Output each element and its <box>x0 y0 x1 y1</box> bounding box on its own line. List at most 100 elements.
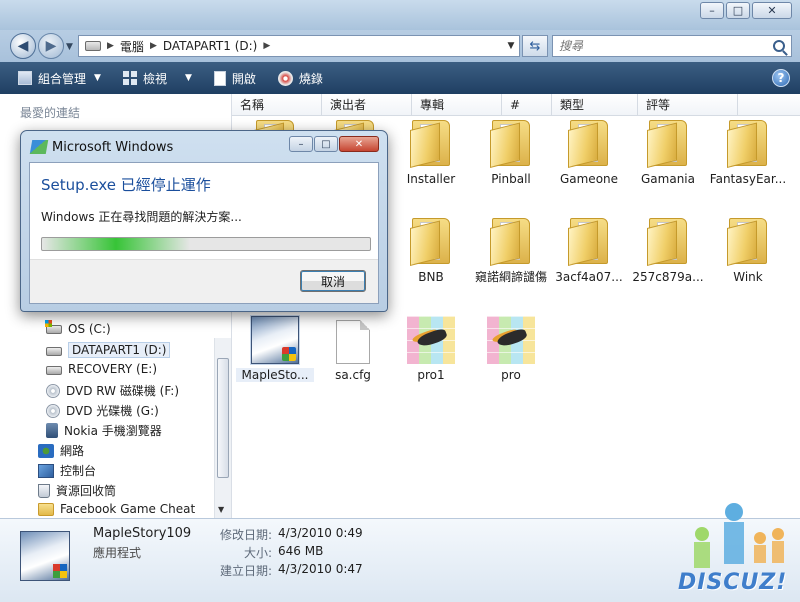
tree-item-os-c[interactable]: OS (C:) <box>45 319 111 336</box>
views-label: 檢視 <box>142 71 167 86</box>
file-label: 3acf4a07... <box>555 270 623 284</box>
folder-icon <box>410 120 452 168</box>
file-label: sa.cfg <box>335 368 371 382</box>
organize-button[interactable]: 組合管理 ▼ <box>10 66 109 90</box>
breadcrumb-computer[interactable]: 電腦 <box>120 38 144 55</box>
tree-item-facebook-game-cheat[interactable]: Facebook Game Cheat <box>38 502 195 516</box>
breadcrumb-drive[interactable]: DATAPART1 (D:) <box>163 39 257 53</box>
folder-item[interactable]: Pinball <box>472 120 550 186</box>
maplestory-app-icon <box>20 531 70 581</box>
error-dialog: Microsoft Windows – □ ✕ Setup.exe 已經停止運作… <box>20 130 388 312</box>
column-artist[interactable]: 演出者 <box>322 94 412 116</box>
column-rating[interactable]: 評等 <box>638 94 738 116</box>
maplestory-app-icon <box>250 315 300 365</box>
minimize-button[interactable]: – <box>700 2 724 19</box>
folder-item[interactable]: 257c879a... <box>629 218 707 284</box>
tree-item-datapart1-d[interactable]: DATAPART1 (D:) <box>46 342 171 358</box>
help-icon[interactable]: ? <box>772 69 790 87</box>
dialog-close-button[interactable]: ✕ <box>339 136 379 152</box>
network-icon <box>38 443 54 458</box>
forward-arrow-icon: ▶ <box>45 38 57 54</box>
folder-icon <box>490 218 532 266</box>
column-header: 名稱 演出者 專輯 # 類型 評等 <box>232 94 800 116</box>
search-input[interactable] <box>559 39 759 53</box>
details-modified-value: 4/3/2010 0:49 <box>278 526 363 540</box>
file-label: Wink <box>733 270 763 284</box>
recent-pages-dropdown[interactable]: ▼ <box>66 42 73 52</box>
tree-item-dvd-rw-f[interactable]: DVD RW 磁碟機 (F:) <box>46 382 179 399</box>
discuz-logo-text: DISCUZ! <box>678 570 788 595</box>
burn-button[interactable]: 燒錄 <box>270 66 331 90</box>
command-toolbar: 組合管理 ▼ 檢視 ▼ 開啟 燒錄 ? <box>0 62 800 94</box>
document-icon <box>336 320 370 364</box>
column-album[interactable]: 專輯 <box>412 94 502 116</box>
file-label: MapleSto... <box>236 368 314 382</box>
recycle-bin-icon <box>38 483 50 498</box>
search-box[interactable] <box>552 35 792 57</box>
tree-item-recycle-bin[interactable]: 資源回收筒 <box>38 482 116 499</box>
dvd-drive-icon <box>46 383 60 398</box>
column-track-number[interactable]: # <box>502 94 552 116</box>
drive-icon <box>85 41 101 51</box>
folder-item[interactable]: 窺諾絧諦譴傷 <box>472 218 550 284</box>
folder-item[interactable]: Wink <box>709 218 787 284</box>
dialog-maximize-button[interactable]: □ <box>314 136 338 152</box>
forward-button[interactable]: ▶ <box>38 33 64 59</box>
dialog-minimize-button[interactable]: – <box>289 136 313 152</box>
close-button[interactable]: ✕ <box>752 2 792 19</box>
back-button[interactable]: ◀ <box>10 33 36 59</box>
breadcrumb-separator-icon[interactable]: ▶ <box>150 41 157 51</box>
tree-item-label: 網路 <box>60 444 85 458</box>
tree-item-nokia[interactable]: Nokia 手機瀏覽器 <box>46 422 162 439</box>
folder-icon <box>727 120 769 168</box>
folder-item[interactable]: 3acf4a07... <box>550 218 628 284</box>
scroll-thumb[interactable] <box>217 358 229 478</box>
scroll-down-arrow-icon[interactable]: ▼ <box>218 505 224 514</box>
tree-item-label: Nokia 手機瀏覽器 <box>64 424 162 438</box>
dialog-heading: Setup.exe 已經停止運作 <box>41 176 211 194</box>
views-button[interactable]: 檢視 ▼ <box>115 66 200 90</box>
breadcrumb-separator-icon[interactable]: ▶ <box>107 41 114 51</box>
address-dropdown[interactable]: ▼ <box>503 41 519 51</box>
file-label: 257c879a... <box>632 270 704 284</box>
column-type[interactable]: 類型 <box>552 94 638 116</box>
folder-icon <box>410 218 452 266</box>
document-item[interactable]: sa.cfg <box>314 320 392 382</box>
maximize-button[interactable]: □ <box>726 2 750 19</box>
image-item[interactable]: pro1 <box>392 316 470 382</box>
folder-icon <box>727 218 769 266</box>
folder-item[interactable]: Installer <box>392 120 470 186</box>
folder-item[interactable]: Gameone <box>550 120 628 186</box>
nav-scrollbar[interactable]: ▼ <box>214 338 231 518</box>
open-button[interactable]: 開啟 <box>206 66 264 90</box>
image-thumbnail-icon <box>407 316 455 364</box>
tree-item-control-panel[interactable]: 控制台 <box>38 462 96 479</box>
tree-item-network[interactable]: 網路 <box>38 442 84 459</box>
tree-item-label: 控制台 <box>60 464 97 478</box>
details-modified-label: 修改日期: <box>219 528 272 542</box>
folder-item[interactable]: BNB <box>392 218 470 284</box>
refresh-button[interactable]: ⇆ <box>522 35 548 57</box>
details-size-value: 646 MB <box>278 544 324 558</box>
folder-icon <box>490 120 532 168</box>
dialog-body: Setup.exe 已經停止運作 Windows 正在尋找問題的解決方案... … <box>29 162 379 304</box>
dialog-caption-buttons: – □ ✕ <box>289 136 379 152</box>
folder-item[interactable]: Gamania <box>629 120 707 186</box>
tree-item-label: RECOVERY (E:) <box>68 362 158 376</box>
cancel-button[interactable]: 取消 <box>300 270 366 292</box>
file-label: 窺諾絧諦譴傷 <box>474 270 547 284</box>
image-item[interactable]: pro <box>472 316 550 382</box>
tree-item-dvd-g[interactable]: DVD 光碟機 (G:) <box>46 402 159 419</box>
search-icon[interactable] <box>773 40 785 52</box>
application-item[interactable]: MapleSto... <box>236 315 314 382</box>
tree-item-recovery-e[interactable]: RECOVERY (E:) <box>46 362 157 376</box>
address-bar[interactable]: ▶ 電腦 ▶ DATAPART1 (D:) ▶ ▼ <box>78 35 520 57</box>
burn-label: 燒錄 <box>298 71 323 86</box>
dialog-footer: 取消 <box>30 259 378 303</box>
column-name[interactable]: 名稱 <box>232 94 322 116</box>
folder-item[interactable]: FantasyEar... <box>709 120 787 186</box>
details-created-value: 4/3/2010 0:47 <box>278 562 363 576</box>
folder-icon <box>647 218 689 266</box>
breadcrumb-separator-icon[interactable]: ▶ <box>263 41 270 51</box>
file-label: Installer <box>406 172 456 186</box>
